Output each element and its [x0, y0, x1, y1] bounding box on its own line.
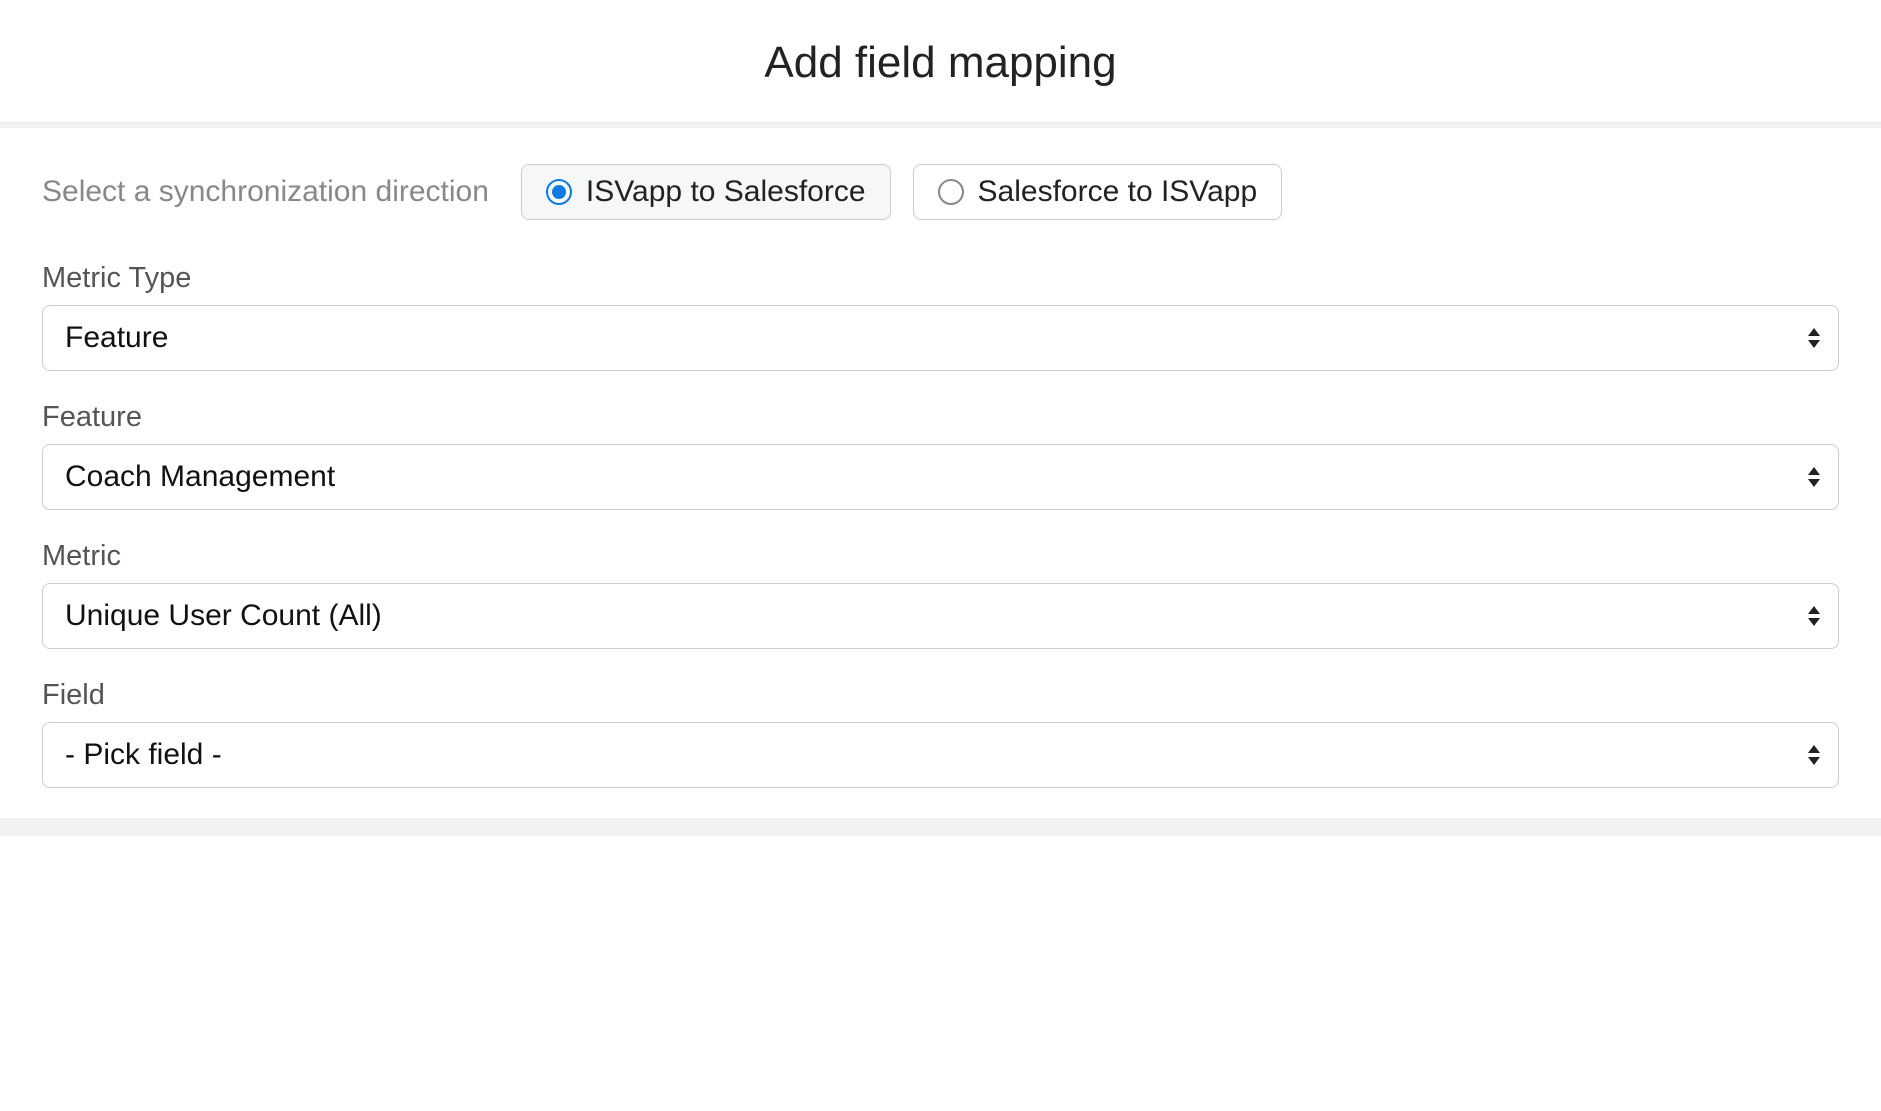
metric-type-select[interactable]: Feature: [42, 305, 1839, 371]
radio-dot-icon: [552, 185, 566, 199]
field-label: Field: [42, 679, 1839, 712]
feature-label: Feature: [42, 401, 1839, 434]
sync-direction-row: Select a synchronization direction ISVap…: [42, 164, 1839, 220]
metric-group: Metric Unique User Count (All): [42, 540, 1839, 649]
sync-direction-label: Select a synchronization direction: [42, 175, 489, 209]
sync-direction-group: ISVapp to Salesforce Salesforce to ISVap…: [521, 164, 1282, 220]
field-select[interactable]: - Pick field -: [42, 722, 1839, 788]
dialog-header: Add field mapping: [0, 0, 1881, 122]
metric-type-group: Metric Type Feature: [42, 262, 1839, 371]
dialog-title: Add field mapping: [0, 38, 1881, 88]
metric-label: Metric: [42, 540, 1839, 573]
radio-circle-icon: [546, 179, 572, 205]
feature-value: Coach Management: [65, 460, 335, 494]
metric-type-label: Metric Type: [42, 262, 1839, 295]
form-content: Select a synchronization direction ISVap…: [0, 128, 1881, 788]
page: Add field mapping Select a synchronizati…: [0, 0, 1881, 836]
metric-value: Unique User Count (All): [65, 599, 382, 633]
stepper-icon: [1807, 328, 1821, 348]
feature-select-wrap: Coach Management: [42, 444, 1839, 510]
metric-type-value: Feature: [65, 321, 168, 355]
metric-select-wrap: Unique User Count (All): [42, 583, 1839, 649]
footer-bar: [0, 818, 1881, 836]
field-value: - Pick field -: [65, 738, 222, 772]
metric-type-select-wrap: Feature: [42, 305, 1839, 371]
radio-isvapp-to-salesforce[interactable]: ISVapp to Salesforce: [521, 164, 891, 220]
field-group: Field - Pick field -: [42, 679, 1839, 788]
stepper-icon: [1807, 467, 1821, 487]
stepper-icon: [1807, 745, 1821, 765]
radio-circle-icon: [938, 179, 964, 205]
feature-group: Feature Coach Management: [42, 401, 1839, 510]
radio-label: ISVapp to Salesforce: [586, 175, 866, 209]
stepper-icon: [1807, 606, 1821, 626]
field-select-wrap: - Pick field -: [42, 722, 1839, 788]
feature-select[interactable]: Coach Management: [42, 444, 1839, 510]
radio-label: Salesforce to ISVapp: [978, 175, 1258, 209]
radio-salesforce-to-isvapp[interactable]: Salesforce to ISVapp: [913, 164, 1283, 220]
metric-select[interactable]: Unique User Count (All): [42, 583, 1839, 649]
